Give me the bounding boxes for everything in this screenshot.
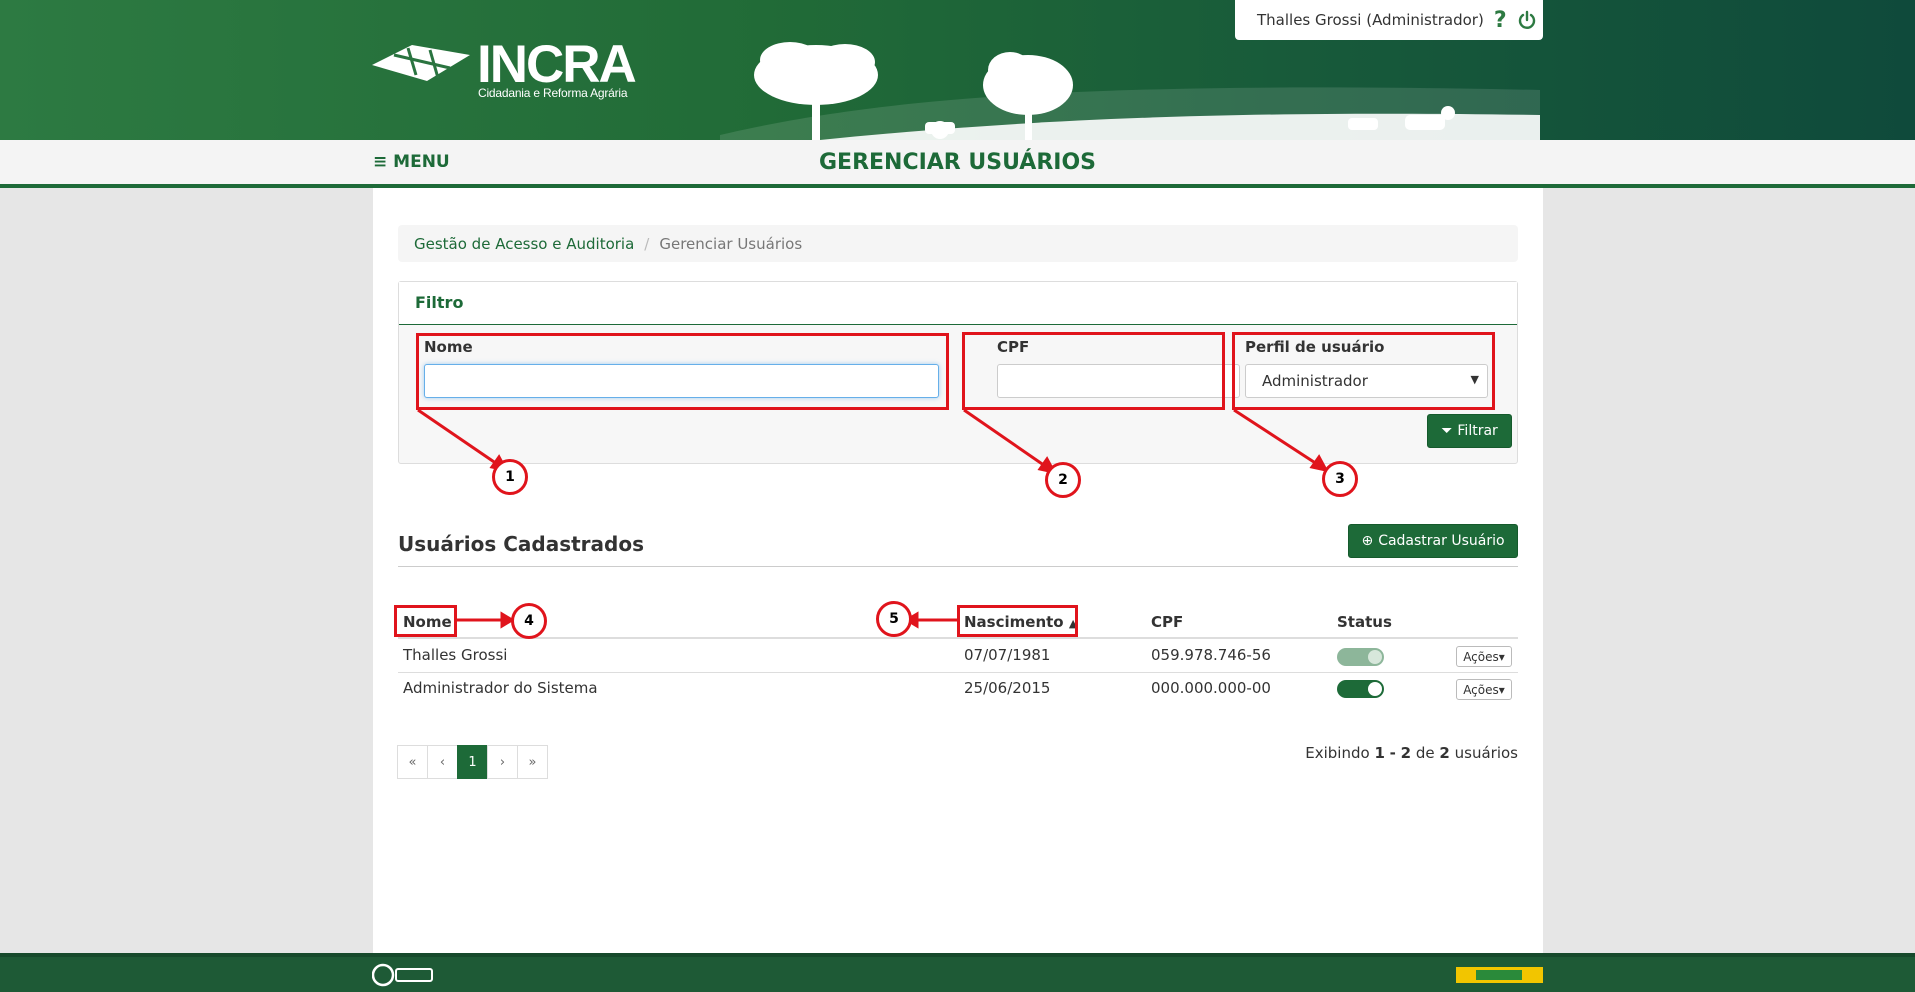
info-suffix: usuários [1454, 744, 1518, 762]
page-first-button[interactable]: « [397, 745, 428, 779]
table-header-divider [398, 637, 1518, 639]
annotation-box-nome-column [394, 605, 457, 637]
footer [0, 953, 1915, 992]
row-1-cpf: 059.978.746-56 [1151, 646, 1271, 664]
row-1-nome: Thalles Grossi [403, 646, 508, 664]
row-2-nome: Administrador do Sistema [403, 679, 598, 697]
annotation-box-nome-filter [416, 333, 949, 410]
pagination: « ‹ 1 › » [397, 745, 548, 779]
info-dash: - [1389, 744, 1396, 762]
power-icon[interactable] [1517, 10, 1537, 30]
section-divider [398, 566, 1518, 567]
header-banner: INCRA Cidadania e Reforma Agrária Thalle… [0, 0, 1915, 140]
annotation-box-perfil-filter [1232, 332, 1495, 410]
page-title: GERENCIAR USUÁRIOS [818, 150, 1097, 175]
row-2-status-toggle[interactable] [1337, 680, 1384, 698]
main-content: Gestão de Acesso e Auditoria / Gerenciar… [373, 188, 1543, 953]
filter-title: Filtro [399, 282, 1517, 325]
filter-button[interactable]: ⏷ Filtrar [1427, 414, 1512, 448]
row-2-cpf: 000.000.000-00 [1151, 679, 1271, 697]
help-icon[interactable]: ? [1494, 8, 1507, 33]
info-from: 1 [1374, 744, 1385, 762]
column-header-cpf[interactable]: CPF [1151, 613, 1183, 631]
title-bar: GERENCIAR USUÁRIOS ≡ MENU [0, 140, 1915, 188]
toggle-knob [1368, 650, 1382, 664]
incra-logo-icon [372, 45, 470, 81]
annotation-marker-5: 5 [876, 601, 912, 637]
brasil-government-logo[interactable] [1456, 961, 1543, 989]
row-1-nascimento: 07/07/1981 [964, 646, 1051, 664]
breadcrumb-current: Gerenciar Usuários [659, 234, 803, 253]
filter-button-label: Filtrar [1457, 423, 1498, 439]
info-prefix: Exibindo [1305, 744, 1370, 762]
page-last-button[interactable]: » [517, 745, 548, 779]
info-total: 2 [1439, 744, 1450, 762]
column-header-status[interactable]: Status [1337, 613, 1392, 631]
info-to: 2 [1400, 744, 1412, 762]
user-name[interactable]: Thalles Grossi (Administrador) [1257, 11, 1484, 29]
info-of: de [1415, 744, 1435, 762]
breadcrumb-parent-link[interactable]: Gestão de Acesso e Auditoria [414, 235, 634, 253]
pagination-info: Exibindo 1 - 2 de 2 usuários [1305, 744, 1518, 762]
breadcrumb: Gestão de Acesso e Auditoria / Gerenciar… [398, 225, 1518, 262]
annotation-marker-4: 4 [511, 603, 547, 639]
landscape-illustration [720, 42, 1540, 140]
add-user-button-label: Cadastrar Usuário [1378, 533, 1505, 549]
breadcrumb-separator: / [644, 234, 650, 253]
page-next-button[interactable]: › [487, 745, 518, 779]
row-divider [398, 672, 1518, 673]
row-2-nascimento: 25/06/2015 [964, 679, 1051, 697]
annotation-marker-2: 2 [1045, 462, 1081, 498]
annotation-box-nascimento-column [957, 605, 1078, 637]
users-section-title: Usuários Cadastrados [398, 532, 644, 556]
logo-subtitle: Cidadania e Reforma Agrária [478, 86, 628, 100]
plus-circle-icon: ⊕ [1361, 533, 1374, 549]
ufrn-logo[interactable] [372, 963, 434, 987]
row-1-status-toggle[interactable] [1337, 648, 1384, 666]
menu-button[interactable]: ≡ MENU [373, 152, 450, 172]
row-2-actions-button[interactable]: Ações▾ [1456, 679, 1512, 700]
page-1-button[interactable]: 1 [457, 745, 488, 779]
add-user-button[interactable]: ⊕ Cadastrar Usuário [1348, 524, 1518, 558]
row-1-actions-button[interactable]: Ações▾ [1456, 646, 1512, 667]
annotation-marker-1: 1 [492, 459, 528, 495]
incra-logo[interactable]: INCRA Cidadania e Reforma Agrária [372, 35, 642, 106]
user-box: Thalles Grossi (Administrador) ? [1235, 0, 1543, 40]
annotation-marker-3: 3 [1322, 461, 1358, 497]
annotation-box-cpf-filter [962, 332, 1225, 410]
page-prev-button[interactable]: ‹ [427, 745, 458, 779]
funnel-icon: ⏷ [1441, 423, 1453, 439]
toggle-knob [1368, 682, 1382, 696]
